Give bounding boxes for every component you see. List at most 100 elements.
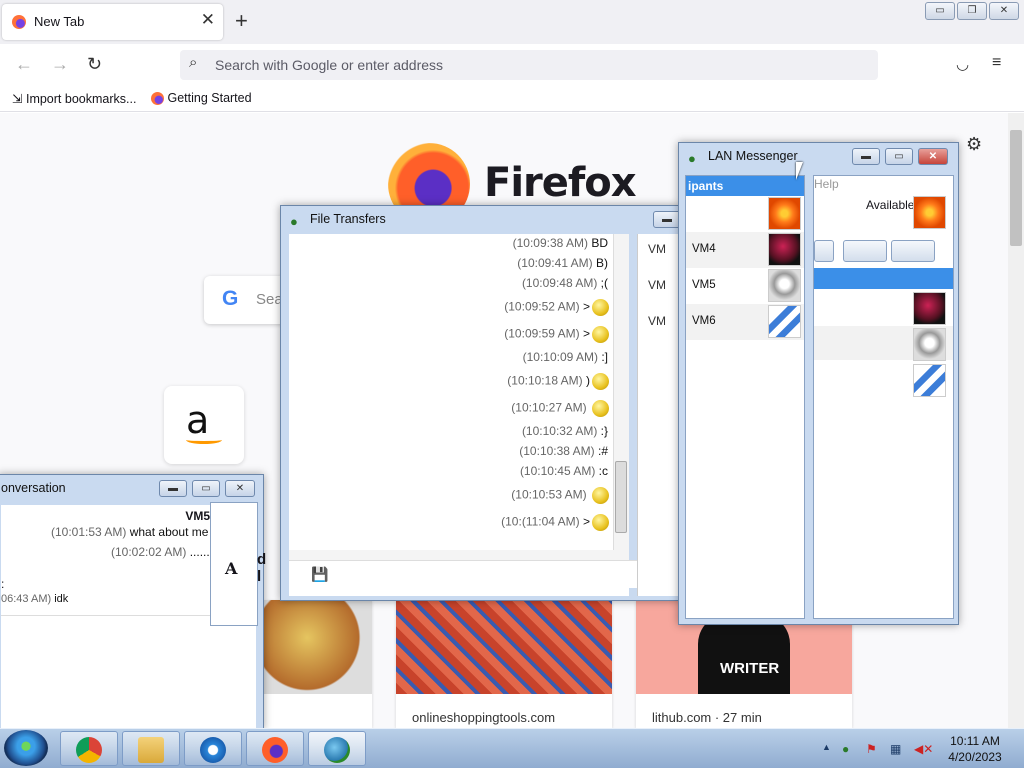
taskbar-lan-messenger[interactable] <box>308 731 366 766</box>
my-avatar-icon[interactable] <box>913 196 946 229</box>
font-icon[interactable]: A <box>225 559 237 578</box>
participant-name: VM6 <box>692 315 716 327</box>
clock[interactable]: 10:11 AM 4/20/2023 <box>940 733 1010 765</box>
participant-row[interactable]: VM4 <box>686 232 804 268</box>
firefox-icon <box>151 92 164 106</box>
chat-message: (10:10:18 AM) ) <box>507 373 609 390</box>
minimize-button[interactable]: ▬ <box>653 211 681 228</box>
minimize-button[interactable]: ▭ <box>925 2 955 20</box>
broadcast-button[interactable] <box>891 240 935 262</box>
message-time: (10:09:52 AM) <box>504 299 580 314</box>
transfer-item[interactable]: VM <box>648 242 666 256</box>
close-button[interactable]: ✕ <box>918 148 948 165</box>
cool-emoji-icon <box>592 487 609 504</box>
group-header[interactable] <box>814 268 953 289</box>
chat-message: (10:10:09 AM) :] <box>523 350 608 364</box>
message-time: (10:02:02 AM) <box>111 545 187 559</box>
shirt-image: WRITER <box>698 614 790 694</box>
message-time: (10:10:32 AM) <box>521 424 598 438</box>
status-label[interactable]: Available <box>866 198 914 212</box>
chat-message: (10:(11:04 AM) > <box>501 514 609 531</box>
conversation-title: onversation <box>1 481 66 495</box>
taskbar-chrome[interactable] <box>60 731 118 766</box>
ball-avatar-icon[interactable] <box>913 292 946 325</box>
participant-name: VM5 <box>692 279 716 291</box>
transfer-item[interactable]: VM <box>648 314 666 328</box>
pocket-icon[interactable]: ◡ <box>956 55 969 73</box>
minimize-button[interactable]: ▬ <box>159 480 187 497</box>
message-time: (10:10:53 AM) <box>511 487 587 502</box>
show-hidden-icons[interactable]: ▲ <box>822 742 831 752</box>
maximize-button[interactable]: ▭ <box>885 148 913 165</box>
message-text: ;( <box>600 276 608 290</box>
message-time: (10:10:38 AM) <box>519 444 595 458</box>
smile-emoji-icon <box>592 373 609 390</box>
reload-icon[interactable]: ↻ <box>87 54 102 75</box>
taskbar-ie[interactable] <box>184 731 242 766</box>
maximize-button[interactable]: ▭ <box>192 480 220 497</box>
address-input[interactable]: Search with Google or enter address <box>215 57 443 73</box>
message-text: :c <box>598 464 608 478</box>
robot-avatar-icon[interactable] <box>913 328 946 361</box>
rollercoaster-avatar-icon[interactable] <box>913 364 946 397</box>
lan-messenger-icon <box>324 737 350 763</box>
getting-started-link[interactable]: Getting Started <box>151 91 252 106</box>
conversation-side-panel: A d l <box>210 502 266 626</box>
chat-scroll-thumb[interactable] <box>615 461 627 533</box>
lan-messenger-window[interactable]: ● LAN Messenger ▬ ▭ ✕ ipants VM4 VM5 VM6… <box>678 142 959 625</box>
back-arrow-icon[interactable]: ← <box>15 54 33 75</box>
close-tab-icon[interactable]: ✕ <box>201 10 215 30</box>
action-center-icon[interactable]: ⚑ <box>866 742 877 756</box>
amazon-shortcut[interactable]: a <box>164 386 244 464</box>
message-line: (10:01:53 AM) what about me <box>51 525 208 539</box>
tab-new-tab[interactable]: New Tab ✕ <box>2 4 223 40</box>
address-bar[interactable]: ⌕ Search with Google or enter address <box>180 50 878 80</box>
message-text: idk <box>54 593 69 605</box>
shirt-text: WRITER <box>720 660 780 677</box>
import-bookmarks-link[interactable]: ⇲ Import bookmarks... <box>12 91 136 106</box>
chat-messages: (10:09:38 AM) BD (10:09:41 AM) B) (10:09… <box>288 233 612 543</box>
chat-message: (10:10:45 AM) :c <box>520 464 608 478</box>
help-menu[interactable]: Help <box>814 177 839 191</box>
partial-text: d l <box>257 551 267 585</box>
story-card[interactable] <box>264 600 372 728</box>
toolbar-button[interactable] <box>814 240 834 262</box>
story-card[interactable]: onlineshoppingtools.com <box>396 600 612 728</box>
message-text: :} <box>600 424 608 438</box>
ball-avatar-icon <box>768 233 801 266</box>
chat-hscrollbar[interactable] <box>289 550 629 560</box>
firefox-wordmark: Firefox <box>484 160 637 206</box>
new-tab-button[interactable]: + <box>235 9 248 33</box>
close-window-button[interactable]: ✕ <box>989 2 1019 20</box>
participant-row[interactable] <box>686 196 804 232</box>
participant-row[interactable]: VM5 <box>686 268 804 304</box>
add-contact-button[interactable] <box>843 240 887 262</box>
message-time: (10:10:45 AM) <box>519 464 596 478</box>
message-time: (10:10:18 AM) <box>507 373 583 388</box>
minimize-button[interactable]: ▬ <box>852 148 880 165</box>
settings-gear-icon[interactable]: ⚙ <box>966 134 982 155</box>
close-button[interactable]: ✕ <box>225 480 255 497</box>
page-scroll-thumb[interactable] <box>1010 130 1022 246</box>
import-bookmarks-label: Import bookmarks... <box>25 92 137 106</box>
participant-row[interactable]: VM6 <box>686 304 804 340</box>
lan-tray-icon[interactable]: ● <box>842 742 849 756</box>
menu-icon[interactable]: ≡ <box>992 54 1001 72</box>
taskbar-explorer[interactable] <box>122 731 180 766</box>
start-button[interactable] <box>4 730 48 766</box>
maximize-button[interactable]: ❐ <box>957 2 987 20</box>
save-icon[interactable]: 💾 <box>311 566 328 583</box>
getting-started-label: Getting Started <box>167 91 252 105</box>
message-time: (10:09:38 AM) <box>512 236 588 250</box>
participants-panel: ipants VM4 VM5 VM6 <box>685 175 805 619</box>
transfer-item[interactable]: VM <box>648 278 666 292</box>
forward-arrow-icon[interactable]: → <box>51 54 69 75</box>
file-transfers-title: File Transfers <box>310 212 386 226</box>
taskbar-firefox[interactable] <box>246 731 304 766</box>
chrome-icon <box>76 737 102 763</box>
volume-muted-icon[interactable]: ◀✕ <box>914 742 933 756</box>
tab-title: New Tab <box>34 14 85 29</box>
network-icon[interactable]: ▦ <box>890 742 901 756</box>
message-time: (11:04 AM) <box>521 514 580 529</box>
message-time: 06:43 AM) <box>1 593 52 605</box>
